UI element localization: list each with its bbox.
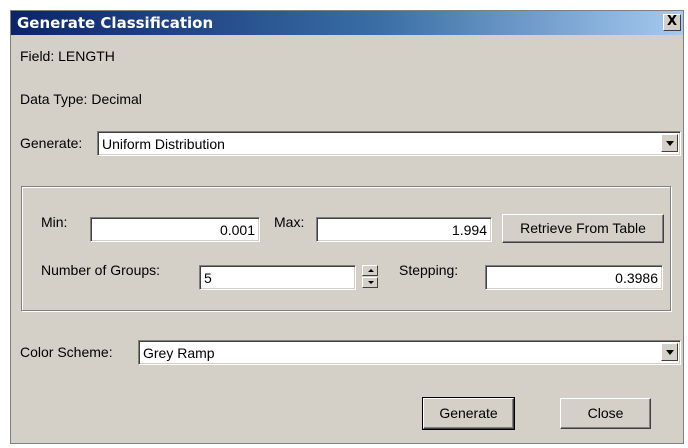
max-label: Max: bbox=[274, 214, 305, 230]
close-icon: X bbox=[666, 14, 678, 29]
generate-button[interactable]: Generate bbox=[422, 397, 515, 430]
range-groupbox: Min: 0.001 Max: 1.994 Retrieve From Tabl… bbox=[21, 186, 671, 311]
data-type-label: Data Type: Decimal bbox=[20, 91, 142, 107]
retrieve-from-table-label: Retrieve From Table bbox=[520, 220, 646, 236]
max-value: 1.994 bbox=[451, 222, 487, 238]
spin-down-icon bbox=[368, 281, 374, 284]
max-input[interactable]: 1.994 bbox=[316, 217, 492, 242]
close-window-button[interactable]: X bbox=[663, 14, 681, 31]
title-bar[interactable]: Generate Classification X bbox=[11, 11, 683, 35]
close-button-label: Close bbox=[587, 405, 624, 421]
min-value: 0.001 bbox=[219, 222, 255, 238]
color-scheme-selected-value: Grey Ramp bbox=[143, 345, 215, 361]
stepping-value: 0.3986 bbox=[615, 270, 658, 286]
field-label: Field: LENGTH bbox=[20, 48, 115, 64]
color-scheme-label: Color Scheme: bbox=[20, 344, 113, 360]
min-label: Min: bbox=[41, 214, 68, 230]
spin-up-button[interactable] bbox=[362, 265, 378, 276]
spin-down-button[interactable] bbox=[362, 277, 378, 288]
color-scheme-dropdown-button[interactable] bbox=[661, 343, 678, 361]
generate-button-label: Generate bbox=[439, 405, 498, 421]
retrieve-from-table-button[interactable]: Retrieve From Table bbox=[502, 214, 664, 243]
stepping-label: Stepping: bbox=[399, 262, 459, 278]
close-button[interactable]: Close bbox=[560, 398, 651, 429]
generate-dropdown-button[interactable] bbox=[661, 134, 678, 152]
min-input[interactable]: 0.001 bbox=[90, 217, 260, 242]
number-of-groups-value: 5 bbox=[204, 270, 212, 286]
number-of-groups-input[interactable]: 5 bbox=[199, 265, 356, 290]
chevron-down-icon bbox=[666, 141, 674, 146]
window-title: Generate Classification bbox=[17, 14, 214, 32]
stepping-input[interactable]: 0.3986 bbox=[485, 265, 663, 290]
generate-selected-value: Uniform Distribution bbox=[102, 136, 225, 152]
generate-classification-dialog: Generate Classification X Field: LENGTH … bbox=[10, 10, 684, 444]
generate-dropdown[interactable]: Uniform Distribution bbox=[97, 131, 681, 156]
chevron-down-icon bbox=[666, 350, 674, 355]
color-scheme-dropdown[interactable]: Grey Ramp bbox=[138, 340, 681, 365]
number-of-groups-label: Number of Groups: bbox=[41, 262, 161, 278]
generate-label: Generate: bbox=[20, 135, 83, 151]
spin-up-icon bbox=[368, 269, 374, 272]
